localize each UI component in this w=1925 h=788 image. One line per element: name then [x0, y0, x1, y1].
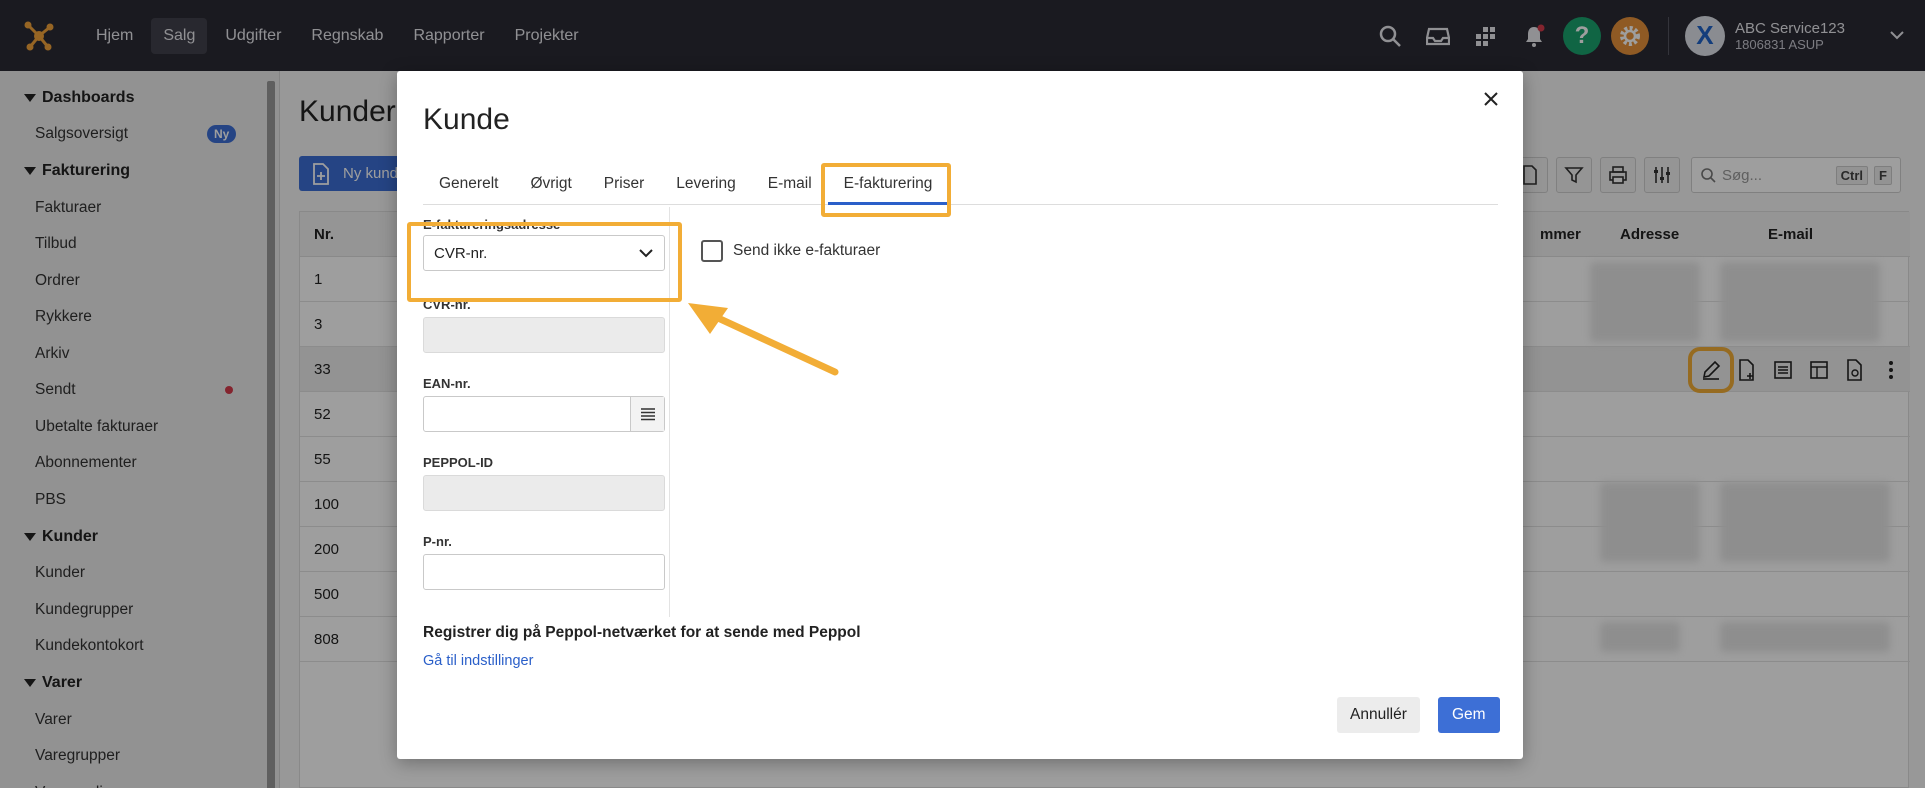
list-lookup-icon[interactable] — [630, 397, 664, 431]
tab-levering[interactable]: Levering — [660, 165, 751, 205]
pnr-field[interactable] — [423, 554, 665, 590]
tab-ovrigt[interactable]: Øvrigt — [514, 165, 587, 205]
save-button[interactable]: Gem — [1438, 697, 1500, 733]
tab-email[interactable]: E-mail — [752, 165, 828, 205]
cvr-field — [423, 317, 665, 353]
settings-link[interactable]: Gå til indstillinger — [423, 653, 533, 669]
cancel-button[interactable]: Annullér — [1337, 697, 1420, 733]
send-not-einvoice-option[interactable]: Send ikke e-fakturaer — [701, 240, 880, 262]
dialog-tabs: Generelt Øvrigt Priser Levering E-mail E… — [423, 165, 1498, 205]
checkbox-label: Send ikke e-fakturaer — [733, 242, 881, 259]
pnr-label: P-nr. — [423, 534, 452, 549]
peppol-label: PEPPOL-ID — [423, 455, 494, 470]
tab-priser[interactable]: Priser — [588, 165, 660, 205]
address-highlight — [407, 222, 682, 302]
send-not-einvoice-checkbox[interactable] — [701, 240, 723, 262]
peppol-id-field — [423, 475, 665, 511]
ean-field[interactable] — [423, 396, 665, 432]
tab-generelt[interactable]: Generelt — [423, 165, 514, 205]
annotation-arrow-icon — [688, 303, 839, 376]
dialog-title: Kunde — [423, 103, 510, 136]
customer-dialog: Kunde Generelt Øvrigt Priser Levering E-… — [397, 71, 1523, 759]
ean-label: EAN-nr. — [423, 376, 471, 391]
close-icon[interactable] — [1475, 83, 1507, 115]
peppol-info-text: Registrer dig på Peppol-netværket for at… — [423, 624, 861, 641]
tab-highlight — [821, 163, 951, 217]
